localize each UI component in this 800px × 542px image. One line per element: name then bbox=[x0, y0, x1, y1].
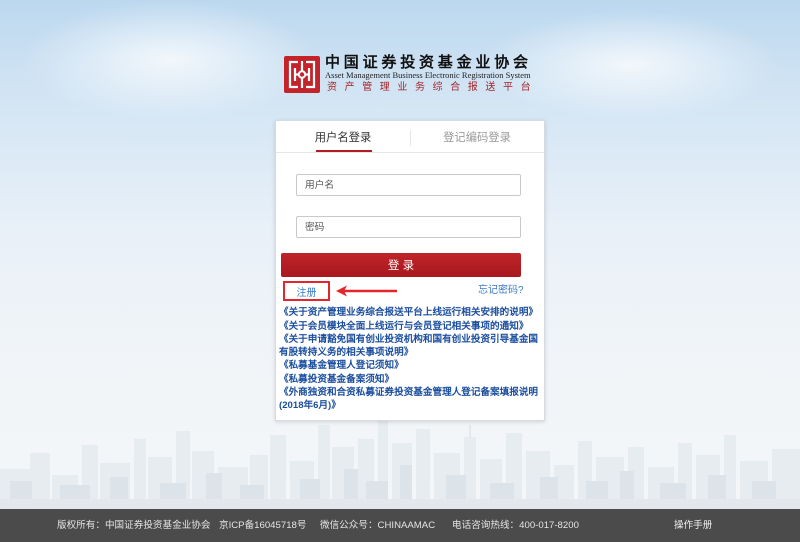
login-button[interactable]: 登 录 bbox=[281, 253, 521, 277]
active-tab-indicator bbox=[316, 150, 372, 152]
footer-bar: 版权所有：中国证券投资基金业协会 京ICP备16045718号 微信公众号：CH… bbox=[0, 509, 800, 542]
tab-label: 登记编码登录 bbox=[443, 132, 511, 144]
header-logo: 中国证券投资基金业协会 Asset Management Business El… bbox=[284, 55, 544, 95]
org-name: 中国证券投资基金业协会 bbox=[325, 53, 532, 71]
notice-link[interactable]: 《关于会员模块全面上线运行与会员登记相关事项的通知》 bbox=[279, 321, 541, 333]
notice-link[interactable]: 《私募基金管理人登记须知》 bbox=[279, 360, 541, 372]
footer-copyright: 版权所有：中国证券投资基金业协会 bbox=[57, 520, 211, 531]
notice-link[interactable]: 《外商独资和合资私募证券投资基金管理人登记备案填报说明(2018年6月)》 bbox=[279, 387, 541, 412]
tab-username-login[interactable]: 用户名登录 bbox=[276, 125, 410, 152]
tab-registration-code-login[interactable]: 登记编码登录 bbox=[410, 125, 544, 152]
login-card: 用户名登录 登记编码登录 登 录 注册 忘记密码? 《关于资产管理业务综合报送平… bbox=[275, 120, 545, 421]
notice-link[interactable]: 《关于资产管理业务综合报送平台上线运行相关安排的说明》 bbox=[279, 307, 541, 319]
arrow-left-icon bbox=[336, 285, 397, 297]
footer-hotline: 电话咨询热线：400-017-8200 bbox=[452, 520, 579, 531]
notice-list: 《关于资产管理业务综合报送平台上线运行相关安排的说明》 《关于会员模块全面上线运… bbox=[279, 307, 541, 413]
footer-icp: 京ICP备16045718号 bbox=[219, 520, 307, 531]
amac-seal-logo-icon bbox=[284, 56, 320, 93]
system-name-cn: 资产管理业务综合报送平台 bbox=[327, 82, 539, 93]
register-highlight-box: 注册 bbox=[283, 281, 330, 301]
username-input[interactable] bbox=[296, 174, 521, 196]
notice-link[interactable]: 《私募投资基金备案须知》 bbox=[279, 374, 541, 386]
tab-label: 用户名登录 bbox=[314, 132, 372, 144]
tab-bar-border bbox=[276, 152, 544, 153]
register-link[interactable]: 注册 bbox=[297, 288, 317, 299]
cloud-left bbox=[20, 0, 320, 120]
password-input[interactable] bbox=[296, 216, 521, 238]
footer-wechat: 微信公众号：CHINAAMAC bbox=[320, 520, 436, 531]
system-name-en: Asset Management Business Electronic Reg… bbox=[325, 70, 531, 80]
operation-manual-link[interactable]: 操作手册 bbox=[674, 509, 712, 542]
forgot-password-link[interactable]: 忘记密码? bbox=[478, 284, 524, 298]
notice-link[interactable]: 《关于申请豁免国有创业投资机构和国有创业投资引导基金国有股转持义务的相关事项说明… bbox=[279, 334, 541, 359]
